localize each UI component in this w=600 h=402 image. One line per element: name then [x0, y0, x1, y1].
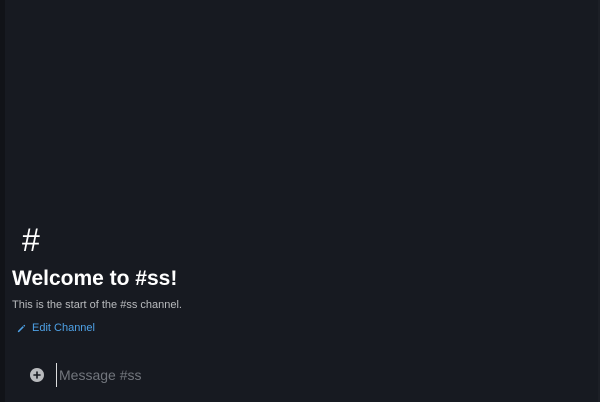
- channel-hash-symbol: #: [22, 222, 40, 258]
- edit-channel-link[interactable]: Edit Channel: [12, 322, 95, 334]
- plus-circle-icon: [33, 371, 41, 379]
- message-input[interactable]: [56, 363, 582, 387]
- welcome-title: Welcome to #ss!: [12, 267, 178, 290]
- channel-intro-text: This is the start of the #ss channel.: [12, 299, 182, 312]
- pencil-icon: [17, 324, 26, 332]
- edit-channel-label: Edit Channel: [32, 322, 95, 335]
- add-attachment-button[interactable]: [30, 368, 44, 382]
- chat-app: # Welcome to #ss! This is the start of t…: [0, 0, 600, 402]
- left-edge: [0, 0, 5, 402]
- channel-hash-icon: #: [12, 220, 70, 260]
- channel-intro: # Welcome to #ss! This is the start of t…: [12, 220, 572, 338]
- message-composer: [12, 360, 582, 390]
